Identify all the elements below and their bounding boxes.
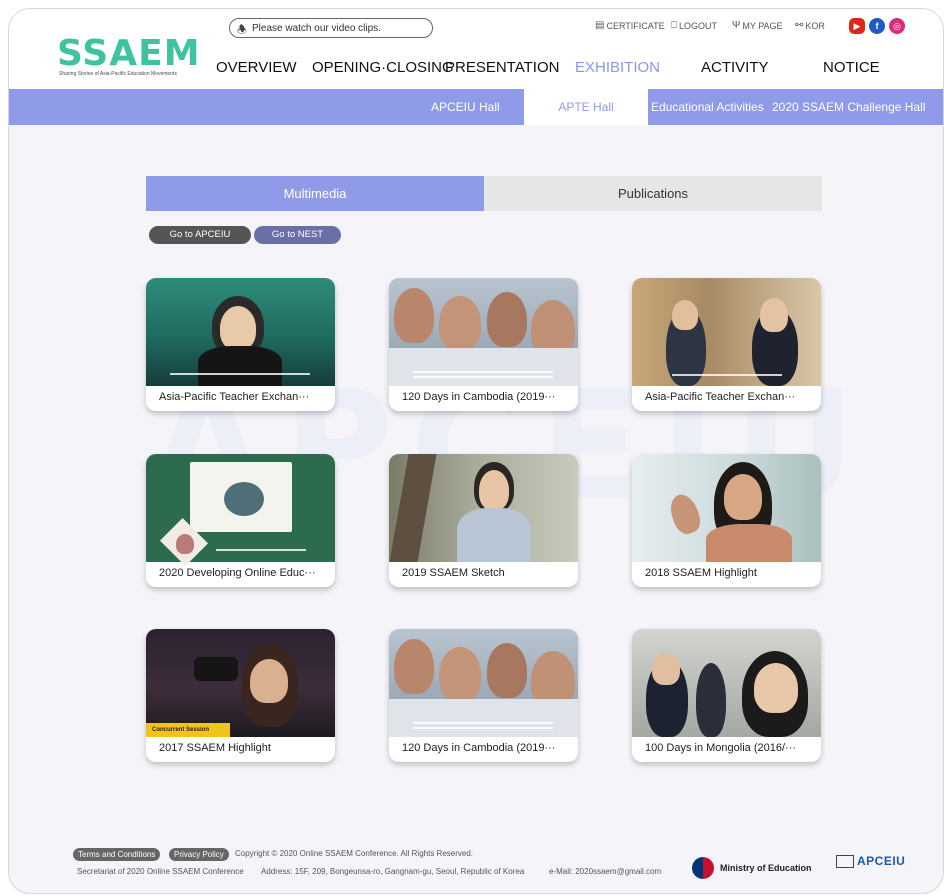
video-thumbnail bbox=[389, 454, 578, 562]
go-to-nest-button[interactable]: Go to NEST bbox=[254, 226, 341, 244]
page-frame: APCEIU SSAEM Sharing Stories of Asia-Pac… bbox=[8, 8, 944, 894]
video-card[interactable]: 2020 Developing Online Educ··· bbox=[146, 454, 335, 587]
subnav-apceiu-hall[interactable]: APCEIU Hall bbox=[431, 89, 500, 125]
taegeuk-icon bbox=[692, 857, 714, 879]
video-card[interactable]: 120 Days in Cambodia (2019··· bbox=[389, 629, 578, 762]
video-title: Asia-Pacific Teacher Exchan··· bbox=[645, 391, 796, 403]
video-title: 2017 SSAEM Highlight bbox=[159, 742, 271, 754]
video-card[interactable]: 100 Days in Mongolia (2016/··· bbox=[632, 629, 821, 762]
sub-navigation: APCEIU Hall APTE Hall Educational Activi… bbox=[9, 89, 943, 125]
video-title: 100 Days in Mongolia (2016/··· bbox=[645, 742, 797, 754]
tab-publications[interactable]: Publications bbox=[484, 176, 822, 211]
copyright-text: Copyright © 2020 Online SSAEM Conference… bbox=[235, 849, 474, 858]
nav-overview[interactable]: OVERVIEW bbox=[216, 59, 297, 76]
video-card[interactable]: Concurrent Session 2017 SSAEM Highlight bbox=[146, 629, 335, 762]
video-card[interactable]: Asia-Pacific Teacher Exchan··· bbox=[146, 278, 335, 411]
certificate-label: CERTIFICATE bbox=[606, 20, 665, 31]
video-card[interactable]: Asia-Pacific Teacher Exchan··· bbox=[632, 278, 821, 411]
address-text: Address: 15F, 209, Bongeunsa-ro, Gangnam… bbox=[261, 867, 525, 876]
video-notice-pill[interactable]: 🕭 Please watch our video clips. bbox=[229, 18, 433, 38]
video-thumbnail bbox=[632, 629, 821, 737]
video-thumbnail: Concurrent Session bbox=[146, 629, 335, 737]
certificate-icon: ▤ bbox=[595, 20, 605, 31]
email-text: e-Mail: 2020ssaem@gmail.com bbox=[549, 867, 662, 876]
header: SSAEM Sharing Stories of Asia-Pacific Ed… bbox=[9, 9, 943, 89]
video-title: 2018 SSAEM Highlight bbox=[645, 567, 757, 579]
globe-icon: ⚯ bbox=[795, 20, 804, 31]
certificate-link[interactable]: ▤ CERTIFICATE bbox=[595, 20, 665, 31]
unesco-temple-icon bbox=[836, 855, 854, 868]
video-title: 120 Days in Cambodia (2019··· bbox=[402, 742, 556, 754]
user-icon: Ψ bbox=[732, 20, 741, 31]
youtube-icon[interactable]: ▶ bbox=[849, 18, 865, 34]
video-card[interactable]: 2019 SSAEM Sketch bbox=[389, 454, 578, 587]
secretariat-text: Secretariat of 2020 Online SSAEM Confere… bbox=[77, 867, 244, 876]
privacy-link[interactable]: Privacy Policy bbox=[169, 848, 229, 861]
mypage-label: MY PAGE bbox=[742, 20, 783, 31]
ministry-name: Ministry of Education bbox=[720, 863, 812, 873]
ssaem-logo[interactable]: SSAEM Sharing Stories of Asia-Pacific Ed… bbox=[57, 33, 201, 78]
mypage-link[interactable]: Ψ MY PAGE bbox=[732, 20, 783, 31]
video-thumbnail bbox=[389, 629, 578, 737]
nav-activity[interactable]: ACTIVITY bbox=[701, 59, 769, 76]
video-card[interactable]: 2018 SSAEM Highlight bbox=[632, 454, 821, 587]
video-thumbnail bbox=[632, 454, 821, 562]
concurrent-session-badge: Concurrent Session bbox=[146, 723, 230, 737]
logout-label: LOGOUT bbox=[679, 20, 718, 31]
terms-link[interactable]: Terms and Conditions bbox=[73, 848, 161, 861]
logo-text: SSAEM bbox=[57, 33, 201, 74]
footer: Terms and Conditions Privacy Policy Copy… bbox=[9, 833, 943, 893]
video-thumbnail bbox=[146, 278, 335, 386]
video-card[interactable]: 120 Days in Cambodia (2019··· bbox=[389, 278, 578, 411]
subnav-apte-hall[interactable]: APTE Hall bbox=[524, 89, 648, 125]
video-thumbnail bbox=[632, 278, 821, 386]
video-title: 2019 SSAEM Sketch bbox=[402, 567, 505, 579]
video-thumbnail bbox=[146, 454, 335, 567]
apceiu-name: APCEIU bbox=[857, 854, 906, 868]
content-tabs: Multimedia Publications bbox=[146, 176, 822, 211]
ministry-logo: Ministry of Education bbox=[692, 857, 812, 879]
facebook-icon[interactable]: f bbox=[869, 18, 885, 34]
video-title: 120 Days in Cambodia (2019··· bbox=[402, 391, 556, 403]
nav-exhibition[interactable]: EXHIBITION bbox=[575, 59, 660, 76]
logo-subtitle: Sharing Stories of Asia-Pacific Educatio… bbox=[59, 71, 177, 77]
video-thumbnail bbox=[389, 278, 578, 386]
tab-multimedia[interactable]: Multimedia bbox=[146, 176, 484, 211]
video-title: 2020 Developing Online Educ··· bbox=[159, 567, 316, 579]
language-label: KOR bbox=[805, 20, 825, 31]
video-title: Asia-Pacific Teacher Exchan··· bbox=[159, 391, 310, 403]
bell-icon: 🕭 bbox=[237, 24, 247, 36]
video-notice-text: Please watch our video clips. bbox=[252, 22, 381, 34]
logout-icon: ⎕ bbox=[671, 20, 677, 31]
nav-notice[interactable]: NOTICE bbox=[823, 59, 880, 76]
go-to-apceiu-button[interactable]: Go to APCEIU bbox=[149, 226, 251, 244]
instagram-icon[interactable]: ◎ bbox=[889, 18, 905, 34]
subnav-educational-activities[interactable]: Educational Activities bbox=[651, 89, 764, 125]
nav-presentation[interactable]: PRESENTATION bbox=[445, 59, 559, 76]
language-link[interactable]: ⚯ KOR bbox=[795, 20, 825, 31]
logout-link[interactable]: ⎕ LOGOUT bbox=[671, 20, 717, 31]
subnav-challenge-hall[interactable]: 2020 SSAEM Challenge Hall bbox=[772, 89, 925, 125]
nav-opening-closing[interactable]: OPENING·CLOSING bbox=[312, 59, 454, 76]
